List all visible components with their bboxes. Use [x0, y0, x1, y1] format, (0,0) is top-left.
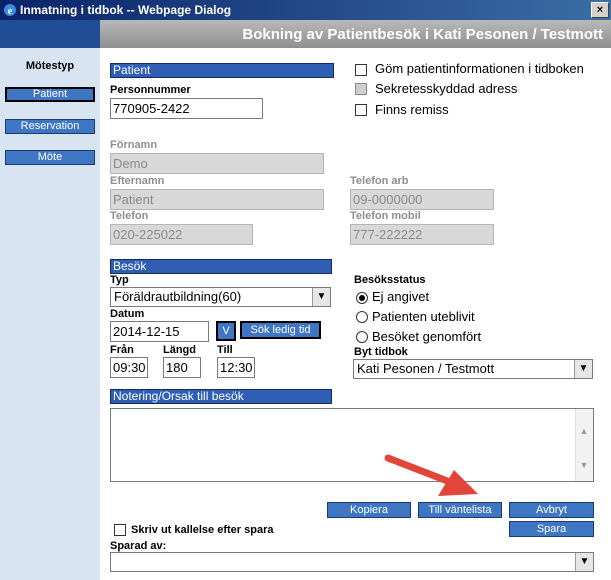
chevron-down-icon[interactable]: ▼ [574, 360, 592, 378]
byt-tidbok-label: Byt tidbok [354, 346, 408, 358]
status-option-uteblivit: Patienten uteblivit [372, 309, 475, 324]
page-header: Bokning av Patientbesök i Kati Pesonen /… [100, 20, 611, 48]
personnummer-label: Personnummer [110, 84, 191, 96]
sidebar-label: Mötestyp [25, 60, 75, 72]
fran-input[interactable]: 09:30 [110, 357, 148, 378]
sok-ledig-tid-button[interactable]: Sök ledig tid [240, 321, 321, 339]
datum-label: Datum [110, 308, 145, 320]
patient-section-title: Patient [110, 63, 334, 78]
remiss-checkbox[interactable] [355, 104, 367, 116]
telefon-mobil-label: Telefon mobil [350, 210, 421, 222]
sidebar-item-mote[interactable]: Möte [5, 150, 95, 165]
datum-input[interactable]: 2014-12-15 [110, 321, 209, 342]
sidebar-item-reservation[interactable]: Reservation [5, 119, 95, 134]
typ-label: Typ [110, 274, 129, 286]
fornamn-input[interactable]: Demo [110, 153, 324, 174]
typ-value: Föräldrautbildning(60) [114, 289, 242, 304]
gom-checkbox[interactable] [355, 64, 367, 76]
sidebar: Mötestyp Patient Reservation Möte [0, 20, 100, 580]
notering-textarea[interactable]: ▲ ▼ [110, 408, 594, 482]
skriv-ut-label: Skriv ut kallelse efter spara [131, 524, 274, 536]
status-radio-genomfort[interactable] [356, 331, 368, 343]
telefon-mobil-input[interactable]: 777-222222 [350, 224, 494, 245]
telefon-input[interactable]: 020-225022 [110, 224, 253, 245]
typ-select[interactable]: Föräldrautbildning(60) ▼ [110, 287, 331, 307]
langd-input[interactable]: 180 [163, 357, 201, 378]
chevron-down-icon[interactable]: ▼ [312, 288, 330, 306]
window-title: Inmatning i tidbok -- Webpage Dialog [20, 3, 232, 17]
scroll-up-icon[interactable]: ▲ [576, 423, 592, 439]
till-vantelista-button[interactable]: Till väntelista [418, 502, 502, 518]
close-button[interactable]: × [591, 2, 609, 18]
avbryt-button[interactable]: Avbryt [509, 502, 594, 518]
telefon-arb-input[interactable]: 09-0000000 [350, 189, 494, 210]
till-label: Till [217, 344, 233, 356]
tidbok-value: Kati Pesonen / Testmott [357, 361, 495, 376]
calendar-v-button[interactable]: V [216, 321, 236, 341]
efternamn-label: Efternamn [110, 175, 165, 187]
efternamn-input[interactable]: Patient [110, 189, 324, 210]
gom-label: Göm patientinformationen i tidboken [375, 61, 584, 76]
sekretess-label: Sekretesskyddad adress [375, 81, 518, 96]
status-option-ej-angivet: Ej angivet [372, 289, 430, 304]
spara-button[interactable]: Spara [509, 521, 594, 537]
window-titlebar: e Inmatning i tidbok -- Webpage Dialog × [0, 0, 611, 20]
notering-scrollbar[interactable]: ▲ ▼ [575, 409, 593, 481]
status-radio-ej-angivet[interactable] [356, 292, 368, 304]
sparad-av-select[interactable]: ▼ [110, 552, 594, 572]
ie-icon: e [4, 4, 16, 17]
page-title: Bokning av Patientbesök i Kati Pesonen /… [242, 26, 603, 43]
besok-section-title: Besök [110, 259, 332, 274]
sekretess-checkbox[interactable] [355, 83, 367, 95]
chevron-down-icon[interactable]: ▼ [575, 553, 593, 571]
fran-label: Från [110, 344, 134, 356]
annotation-arrow-icon [384, 454, 478, 496]
personnummer-input[interactable]: 770905-2422 [110, 98, 263, 119]
sparad-av-label: Sparad av: [110, 540, 167, 552]
status-option-genomfort: Besöket genomfört [372, 329, 482, 344]
langd-label: Längd [163, 344, 196, 356]
svg-text:e: e [8, 6, 13, 17]
notering-section-title: Notering/Orsak till besök [110, 389, 332, 404]
remiss-label: Finns remiss [375, 102, 449, 117]
kopiera-button[interactable]: Kopiera [327, 502, 411, 518]
besoksstatus-label: Besöksstatus [354, 274, 426, 286]
fornamn-label: Förnamn [110, 139, 158, 151]
telefon-arb-label: Telefon arb [350, 175, 409, 187]
status-radio-uteblivit[interactable] [356, 311, 368, 323]
sidebar-header [0, 20, 100, 48]
till-input[interactable]: 12:30 [217, 357, 255, 378]
telefon-label: Telefon [110, 210, 149, 222]
sidebar-item-patient[interactable]: Patient [5, 87, 95, 102]
skriv-ut-checkbox[interactable] [114, 524, 126, 536]
tidbok-select[interactable]: Kati Pesonen / Testmott ▼ [353, 359, 593, 379]
scroll-down-icon[interactable]: ▼ [576, 457, 592, 473]
